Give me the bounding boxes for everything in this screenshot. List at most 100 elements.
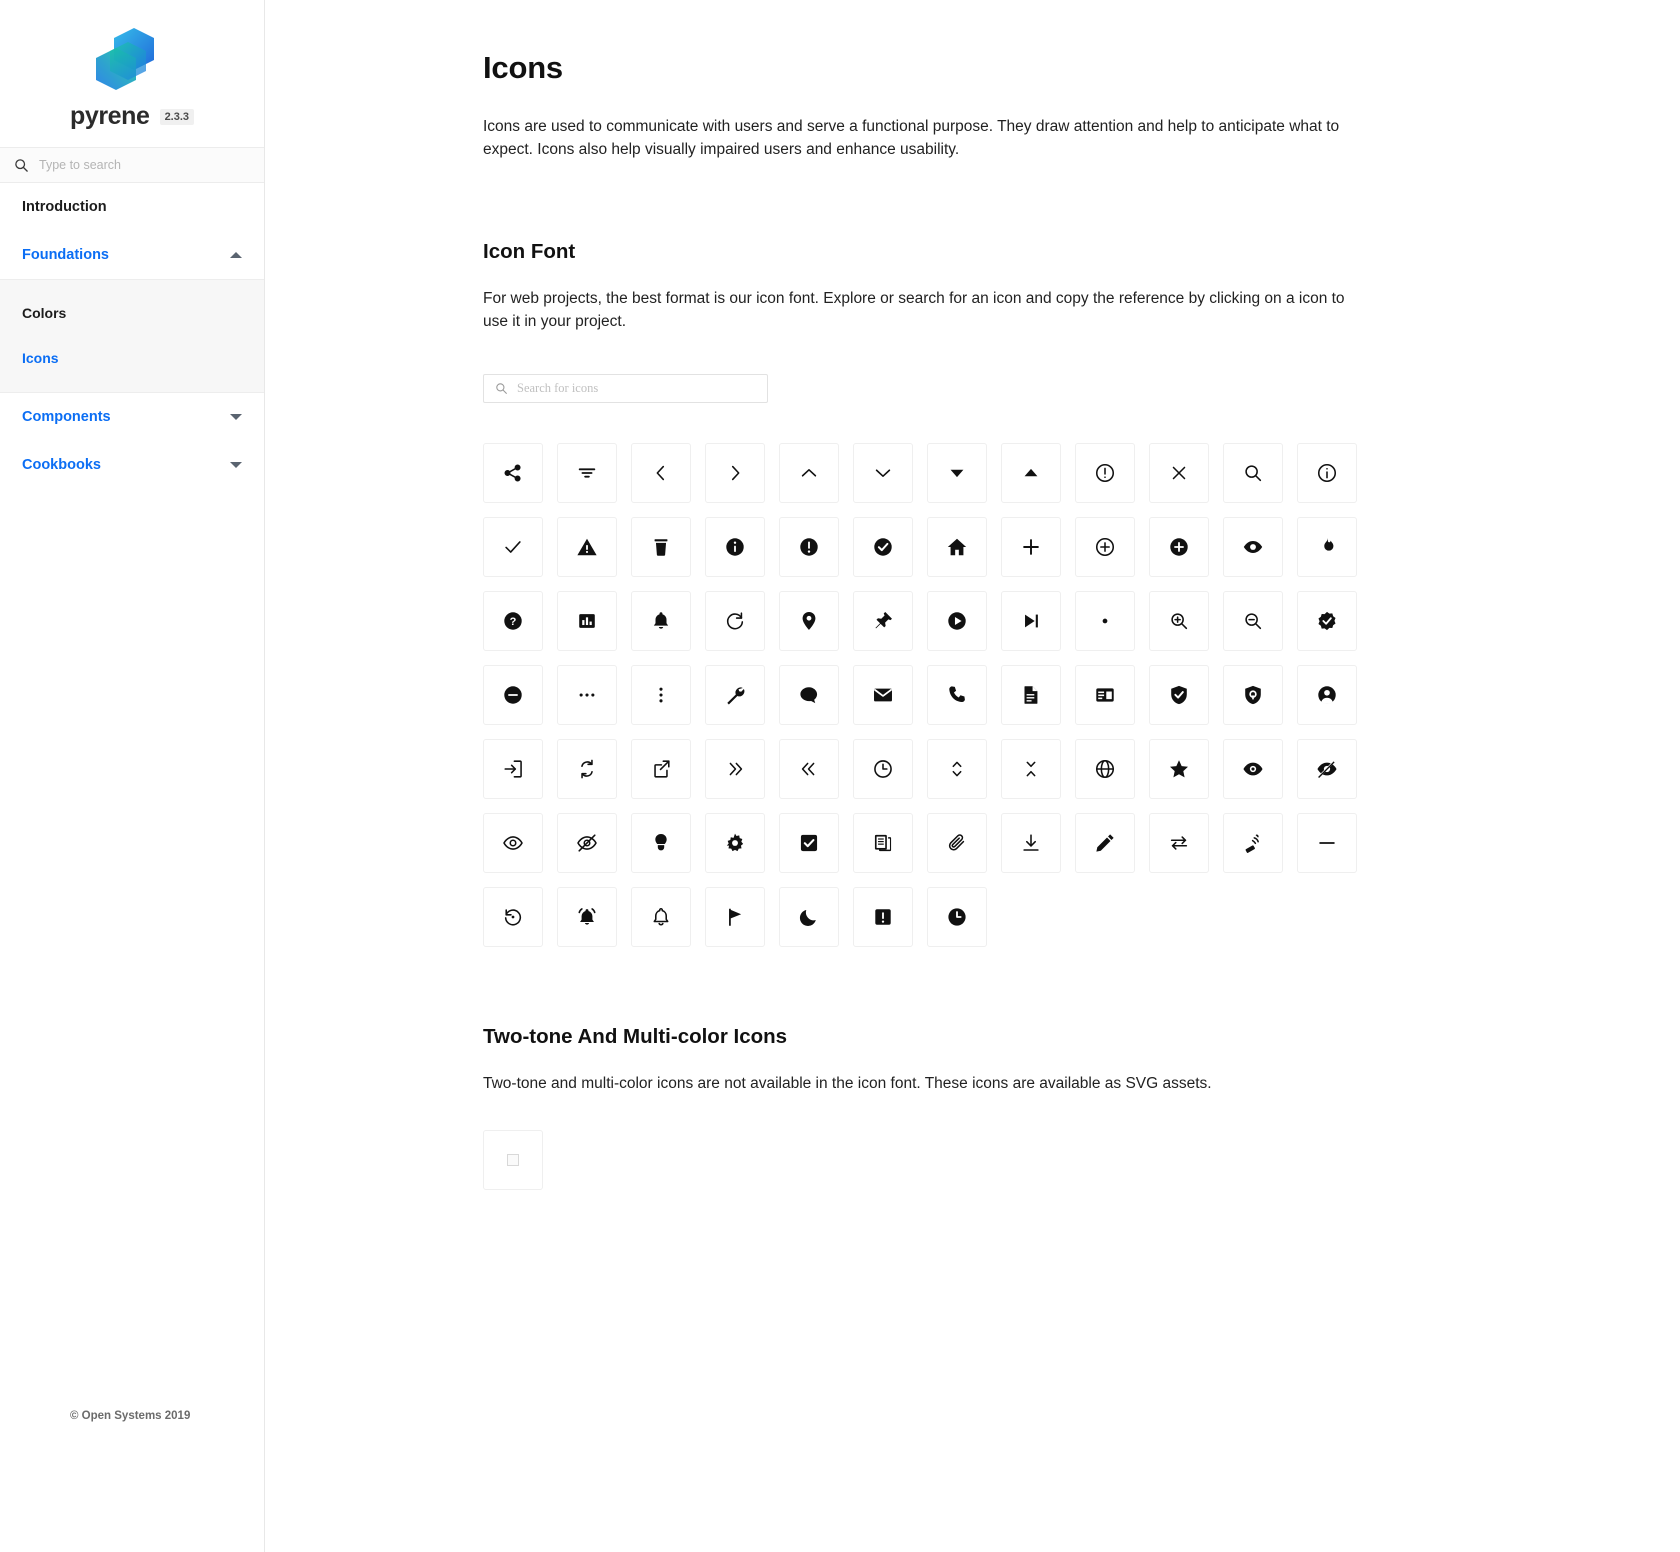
mail-icon (872, 684, 894, 706)
icon-tile-chevrons-right[interactable] (705, 738, 765, 799)
icon-tile-chevron-down[interactable] (853, 442, 913, 503)
icon-tile-credit-card[interactable] (1075, 664, 1135, 725)
icon-tile-bell-outline[interactable] (631, 886, 691, 947)
sidebar-search-input[interactable]: Type to search (0, 147, 264, 183)
icon-tile-mail[interactable] (853, 664, 913, 725)
icon-tile-chevron-up[interactable] (779, 442, 839, 503)
icon-tile-pin[interactable] (853, 590, 913, 651)
icon-tile-clock[interactable] (853, 738, 913, 799)
icon-tile-more-vertical[interactable] (631, 664, 691, 725)
icon-tile-help-circle[interactable]: ? (483, 590, 543, 651)
icon-tile-home[interactable] (927, 516, 987, 577)
icon-tile-chevrons-left[interactable] (779, 738, 839, 799)
icon-tile-globe[interactable] (1075, 738, 1135, 799)
icon-tile-pencil[interactable] (1075, 812, 1135, 873)
icon-tile-user-circle[interactable] (1297, 664, 1357, 725)
icon-tile-refresh[interactable] (705, 590, 765, 651)
sidebar-item-icons[interactable]: Icons (0, 335, 264, 380)
icon-tile-svg-asset-placeholder[interactable] (483, 1129, 543, 1190)
icon-tile-bell-filled[interactable] (631, 590, 691, 651)
icon-tile-chat-bubble[interactable] (779, 664, 839, 725)
icon-tile-gear[interactable] (705, 812, 765, 873)
icon-tile-alert-filled[interactable] (779, 516, 839, 577)
icon-tile-play-circle[interactable] (927, 590, 987, 651)
icon-tile-plus-circle-filled[interactable] (1149, 516, 1209, 577)
icon-tile-lightbulb[interactable] (631, 812, 691, 873)
icon-tile-history[interactable] (483, 886, 543, 947)
icon-tile-chart-bar[interactable] (557, 590, 617, 651)
icon-tile-check[interactable] (483, 516, 543, 577)
icon-tile-search[interactable] (1223, 442, 1283, 503)
icon-tile-skip-forward[interactable] (1001, 590, 1061, 651)
icon-tile-eye-outline[interactable] (483, 812, 543, 873)
icon-tile-info-filled[interactable] (705, 516, 765, 577)
icon-tile-share[interactable] (483, 442, 543, 503)
icon-tile-download[interactable] (1001, 812, 1061, 873)
icon-tile-caret-down[interactable] (927, 442, 987, 503)
icon-tile-star[interactable] (1149, 738, 1209, 799)
icon-tile-phone[interactable] (927, 664, 987, 725)
icon-tile-eye-bold[interactable] (1223, 738, 1283, 799)
two-tone-description: Two-tone and multi-color icons are not a… (483, 1074, 1212, 1092)
icon-tile-badge-check[interactable] (1297, 590, 1357, 651)
icon-tile-filter[interactable] (557, 442, 617, 503)
sidebar-subitem-label: Icons (22, 349, 59, 366)
icon-tile-close[interactable] (1149, 442, 1209, 503)
sidebar-item-cookbooks[interactable]: Cookbooks (0, 441, 264, 489)
icon-tile-copy[interactable] (853, 812, 913, 873)
icon-tile-more-horizontal[interactable] (557, 664, 617, 725)
icon-tile-moon[interactable] (779, 886, 839, 947)
eye-off-bold-icon (1316, 758, 1338, 780)
icon-tile-eye-off-outline[interactable] (557, 812, 617, 873)
icon-tile-paperclip[interactable] (927, 812, 987, 873)
icon-tile-transfer[interactable] (1149, 812, 1209, 873)
icon-tile-zoom-in[interactable] (1149, 590, 1209, 651)
plus-circle-outline-icon (1094, 536, 1116, 558)
icon-tile-fire[interactable] (1297, 516, 1357, 577)
icon-tile-external-link[interactable] (631, 738, 691, 799)
icon-tile-plus[interactable] (1001, 516, 1061, 577)
icon-tile-expand-vertical[interactable] (927, 738, 987, 799)
icon-tile-info-circle[interactable] (1297, 442, 1357, 503)
svg-asset-placeholder-icon (507, 1153, 519, 1166)
icon-tile-alert-square[interactable] (853, 886, 913, 947)
icon-tile-eye-filled[interactable] (1223, 516, 1283, 577)
chevrons-right-icon (724, 758, 746, 780)
icon-tile-dot[interactable] (1075, 590, 1135, 651)
icon-tile-document[interactable] (1001, 664, 1061, 725)
icon-tile-trash[interactable] (631, 516, 691, 577)
warning-triangle-icon (576, 536, 598, 558)
icon-tile-location-pin[interactable] (779, 590, 839, 651)
icon-tile-antenna[interactable] (1223, 812, 1283, 873)
icon-tile-plus-circle-outline[interactable] (1075, 516, 1135, 577)
sidebar-item-components[interactable]: Components (0, 393, 264, 441)
icon-tile-shield-lock[interactable] (1223, 664, 1283, 725)
icon-tile-login[interactable] (483, 738, 543, 799)
icon-tile-check-circle-filled[interactable] (853, 516, 913, 577)
icon-tile-flag[interactable] (705, 886, 765, 947)
icon-tile-zoom-out[interactable] (1223, 590, 1283, 651)
icon-tile-caret-up[interactable] (1001, 442, 1061, 503)
icon-tile-wrench[interactable] (705, 664, 765, 725)
document-icon (1020, 684, 1042, 706)
icon-search-input[interactable]: Search for icons (483, 373, 768, 403)
sidebar-item-colors[interactable]: Colors (0, 290, 264, 335)
icon-tile-alert-circle[interactable] (1075, 442, 1135, 503)
sidebar-item-introduction[interactable]: Introduction (0, 183, 264, 231)
icon-tile-eye-off-bold[interactable] (1297, 738, 1357, 799)
icon-tile-minus-circle[interactable] (483, 664, 543, 725)
icon-tile-chevron-left[interactable] (631, 442, 691, 503)
icon-tile-shield-check[interactable] (1149, 664, 1209, 725)
icon-tile-minus[interactable] (1297, 812, 1357, 873)
icon-tile-clock-filled[interactable] (927, 886, 987, 947)
icon-tile-warning-triangle[interactable] (557, 516, 617, 577)
location-pin-icon (798, 610, 820, 632)
paperclip-icon (946, 832, 968, 854)
sidebar-item-foundations[interactable]: Foundations (0, 231, 264, 279)
icon-tile-chevron-right[interactable] (705, 442, 765, 503)
icon-search-wrapper: Search for icons (483, 373, 1680, 403)
icon-tile-checkbox-checked[interactable] (779, 812, 839, 873)
icon-tile-bell-ring[interactable] (557, 886, 617, 947)
icon-tile-collapse-vertical[interactable] (1001, 738, 1061, 799)
icon-tile-sync[interactable] (557, 738, 617, 799)
